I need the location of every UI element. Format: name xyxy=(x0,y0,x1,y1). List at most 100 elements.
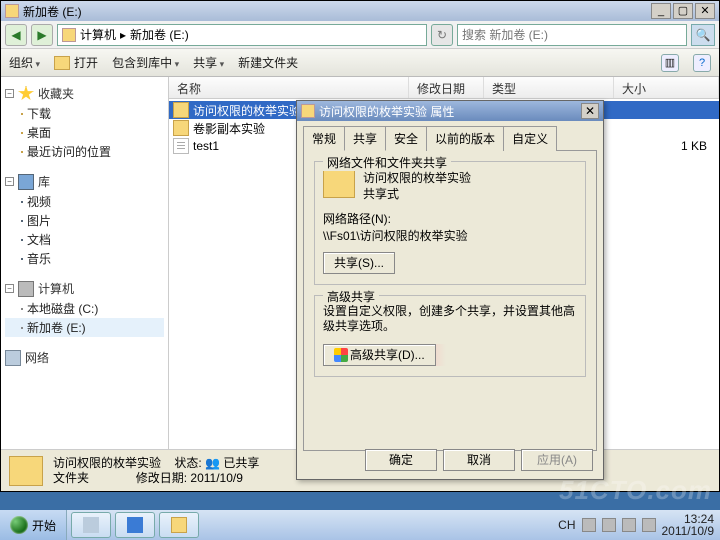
forward-button[interactable]: ▶ xyxy=(31,24,53,46)
tree-item-drive-e[interactable]: 新加卷 (E:) xyxy=(5,318,164,337)
clock[interactable]: 13:24 2011/10/9 xyxy=(662,513,715,537)
new-folder-button[interactable]: 新建文件夹 xyxy=(238,54,298,71)
folder-icon xyxy=(173,120,189,136)
tray-icon[interactable] xyxy=(642,518,656,532)
app-icon xyxy=(83,517,99,533)
tab-body: 网络文件和文件夹共享 访问权限的枚举实验 共享式 网络路径(N): \\Fs01… xyxy=(303,151,597,451)
tray-icon[interactable] xyxy=(582,518,596,532)
folder-icon xyxy=(9,456,43,486)
tree-item-recent[interactable]: 最近访问的位置 xyxy=(5,142,164,161)
drive-icon xyxy=(21,308,23,310)
nav-row: ◀ ▶ 计算机 ▸ 新加卷 (E:) ↻ 🔍 xyxy=(1,21,719,49)
refresh-button[interactable]: ↻ xyxy=(431,24,453,46)
folder-icon xyxy=(62,28,76,42)
start-button[interactable]: 开始 xyxy=(0,510,67,540)
library-icon xyxy=(21,201,23,203)
status-name: 访问权限的枚举实验 xyxy=(53,456,161,470)
favorites-header[interactable]: −收藏夹 xyxy=(5,83,164,104)
tray-icon[interactable] xyxy=(602,518,616,532)
address-bar[interactable]: 计算机 ▸ 新加卷 (E:) xyxy=(57,24,427,46)
cancel-button[interactable]: 取消 xyxy=(443,449,515,471)
libraries-header[interactable]: −库 xyxy=(5,171,164,192)
folder-icon xyxy=(301,104,315,118)
organize-menu[interactable]: 组织 xyxy=(9,54,40,71)
minimize-button[interactable]: _ xyxy=(651,3,671,19)
advanced-sharing-group: 高级共享 设置自定义权限，创建多个共享，并设置其他高级共享选项。 高级共享(D)… xyxy=(314,295,586,377)
open-button[interactable]: 打开 xyxy=(54,54,98,71)
shared-folder-icon xyxy=(323,170,355,198)
tree-item-documents[interactable]: 文档 xyxy=(5,230,164,249)
drive-icon xyxy=(21,327,23,329)
start-orb-icon xyxy=(10,516,28,534)
window-title: 新加卷 (E:) xyxy=(23,3,651,20)
ok-button[interactable]: 确定 xyxy=(365,449,437,471)
shared-name: 访问权限的枚举实验 xyxy=(363,170,471,186)
shared-state: 共享式 xyxy=(363,186,471,202)
network-header[interactable]: 网络 xyxy=(5,347,164,368)
folder-icon xyxy=(54,56,70,70)
col-name[interactable]: 名称 xyxy=(169,77,409,98)
network-path: \\Fs01\访问权限的枚举实验 xyxy=(323,227,577,244)
breadcrumb-current[interactable]: 新加卷 (E:) xyxy=(130,26,189,43)
explorer-icon xyxy=(171,517,187,533)
library-icon xyxy=(21,220,23,222)
advanced-share-button[interactable]: 高级共享(D)... xyxy=(323,344,436,366)
folder-icon xyxy=(21,113,23,115)
tab-security[interactable]: 安全 xyxy=(385,126,427,151)
titlebar: 新加卷 (E:) _ ▢ ✕ xyxy=(1,1,719,21)
tray: CH 13:24 2011/10/9 xyxy=(552,513,720,537)
tab-custom[interactable]: 自定义 xyxy=(503,126,557,151)
status-date: 2011/10/9 xyxy=(190,471,243,485)
dialog-close-button[interactable]: ✕ xyxy=(581,103,599,119)
computer-icon xyxy=(18,281,34,297)
taskbar-item[interactable] xyxy=(115,512,155,538)
apply-button[interactable]: 应用(A) xyxy=(521,449,593,471)
nav-tree: −收藏夹 下载 桌面 最近访问的位置 −库 视频 图片 文档 音乐 −计算机 本… xyxy=(1,77,169,449)
star-icon xyxy=(18,86,34,102)
close-button[interactable]: ✕ xyxy=(695,3,715,19)
col-size[interactable]: 大小 xyxy=(614,77,719,98)
search-input[interactable] xyxy=(458,28,686,42)
tab-sharing[interactable]: 共享 xyxy=(344,126,386,151)
advanced-desc: 设置自定义权限，创建多个共享，并设置其他高级共享选项。 xyxy=(323,304,577,334)
tree-item-music[interactable]: 音乐 xyxy=(5,249,164,268)
library-icon xyxy=(21,239,23,241)
tab-previous[interactable]: 以前的版本 xyxy=(426,126,504,151)
toolbar: 组织 打开 包含到库中 共享 新建文件夹 ▥ ? xyxy=(1,49,719,77)
tray-icon[interactable] xyxy=(622,518,636,532)
computer-header[interactable]: −计算机 xyxy=(5,278,164,299)
tree-item-downloads[interactable]: 下载 xyxy=(5,104,164,123)
maximize-button[interactable]: ▢ xyxy=(673,3,693,19)
path-label: 网络路径(N): xyxy=(323,210,577,227)
file-icon xyxy=(173,138,189,154)
tree-item-videos[interactable]: 视频 xyxy=(5,192,164,211)
back-button[interactable]: ◀ xyxy=(5,24,27,46)
tree-item-desktop[interactable]: 桌面 xyxy=(5,123,164,142)
taskbar-item[interactable] xyxy=(71,512,111,538)
share-button[interactable]: 共享(S)... xyxy=(323,252,395,274)
breadcrumb-root[interactable]: 计算机 xyxy=(80,26,116,43)
drive-icon xyxy=(5,4,19,18)
shield-icon xyxy=(334,348,348,362)
dialog-title: 访问权限的枚举实验 属性 xyxy=(319,103,454,120)
share-menu[interactable]: 共享 xyxy=(193,54,224,71)
col-type[interactable]: 类型 xyxy=(484,77,614,98)
include-menu[interactable]: 包含到库中 xyxy=(112,54,179,71)
view-button[interactable]: ▥ xyxy=(661,54,679,72)
folder-icon xyxy=(173,102,189,118)
dialog-titlebar: 访问权限的枚举实验 属性 ✕ xyxy=(297,101,603,121)
status-type: 文件夹 xyxy=(53,471,89,485)
network-icon xyxy=(5,350,21,366)
tab-general[interactable]: 常规 xyxy=(303,126,345,151)
help-button[interactable]: ? xyxy=(693,54,711,72)
folder-icon xyxy=(21,132,23,134)
app-icon xyxy=(127,517,143,533)
search-box[interactable] xyxy=(457,24,687,46)
col-date[interactable]: 修改日期 xyxy=(409,77,484,98)
tree-item-drive-c[interactable]: 本地磁盘 (C:) xyxy=(5,299,164,318)
taskbar-item[interactable] xyxy=(159,512,199,538)
lang-indicator[interactable]: CH xyxy=(558,518,575,532)
tree-item-pictures[interactable]: 图片 xyxy=(5,211,164,230)
tabs: 常规 共享 安全 以前的版本 自定义 xyxy=(303,125,597,151)
search-button[interactable]: 🔍 xyxy=(691,24,715,46)
